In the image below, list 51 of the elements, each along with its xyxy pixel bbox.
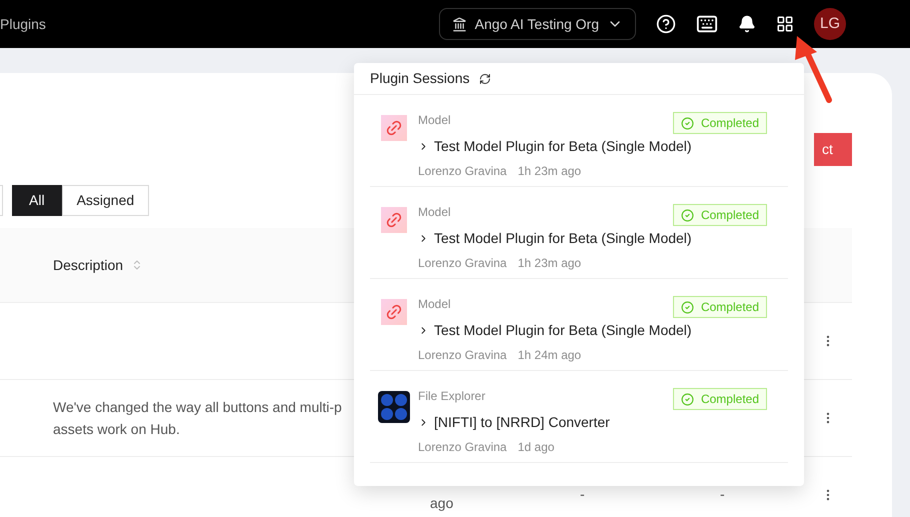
session-user: Lorenzo Gravina (418, 255, 507, 272)
status-badge: Completed (672, 388, 767, 410)
pointer-arrow (793, 34, 835, 104)
action-button[interactable]: ct (814, 133, 852, 166)
time-text: ago (430, 494, 454, 512)
bank-icon (452, 16, 467, 32)
session-name: [NIFTI] to [NRRD] Converter (434, 413, 610, 432)
session-user: Lorenzo Gravina (418, 347, 507, 364)
keyboard-icon[interactable] (696, 13, 718, 35)
column-header[interactable]: Description (53, 254, 124, 276)
session-type: Model (418, 112, 451, 129)
filter-tab[interactable]: All (12, 185, 62, 216)
session-user: Lorenzo Gravina (418, 439, 507, 456)
session-type: Model (418, 296, 451, 313)
session-time: 1h 24m ago (518, 347, 582, 364)
check-icon (680, 300, 694, 314)
session-time: 1h 23m ago (518, 255, 582, 272)
status-badge: Completed (672, 204, 767, 226)
filter-tab[interactable]: Assigned (62, 185, 150, 216)
link-icon (381, 299, 407, 325)
status-badge: Completed (672, 112, 767, 134)
description-text: We've changed the way all buttons and multi-p assets work on Hub. (53, 398, 342, 439)
refresh-icon[interactable] (478, 72, 491, 84)
session-name: Test Model Plugin for Beta (Single Model) (434, 137, 692, 156)
session-item[interactable]: File Explorer Completed [NIFTI] to [NRRD] Converter Lorenzo Gravina 1d ago (370, 371, 788, 463)
session-item[interactable]: Model Completed Test Model Plugin for Beta (Single Model) Lorenzo Gravina 1h 24m ago (370, 279, 788, 371)
session-time: 1d ago (518, 439, 554, 456)
check-icon (680, 116, 694, 130)
page-title: Plugins (0, 14, 46, 34)
session-type: File Explorer (418, 388, 486, 405)
grid-icon[interactable] (776, 15, 794, 33)
session-type: Model (418, 204, 451, 221)
link-icon (381, 115, 407, 141)
session-name: Test Model Plugin for Beta (Single Model) (434, 229, 692, 248)
user-avatar[interactable]: LG (814, 8, 846, 40)
link-icon (381, 207, 407, 233)
help-icon[interactable] (656, 14, 676, 34)
status-badge: Completed (672, 296, 767, 318)
session-item[interactable]: Model Completed Test Model Plugin for Beta (Single Model) Lorenzo Gravina 1h 23m ago (370, 187, 788, 279)
table-cell: - (580, 486, 585, 502)
session-name: Test Model Plugin for Beta (Single Model) (434, 321, 692, 340)
session-item[interactable]: Model Completed Test Model Plugin for Beta (Single Model) Lorenzo Gravina 1h 23m ago (370, 95, 788, 187)
table-cell: - (720, 486, 725, 502)
brain-scan-icon (378, 391, 410, 423)
session-user: Lorenzo Gravina (418, 163, 507, 180)
org-selector[interactable]: Ango AI Testing Org (438, 8, 636, 40)
bell-icon[interactable] (738, 15, 756, 33)
popup-title: Plugin Sessions (370, 69, 470, 88)
check-icon (680, 392, 694, 406)
check-icon (680, 208, 694, 222)
session-time: 1h 23m ago (518, 163, 582, 180)
